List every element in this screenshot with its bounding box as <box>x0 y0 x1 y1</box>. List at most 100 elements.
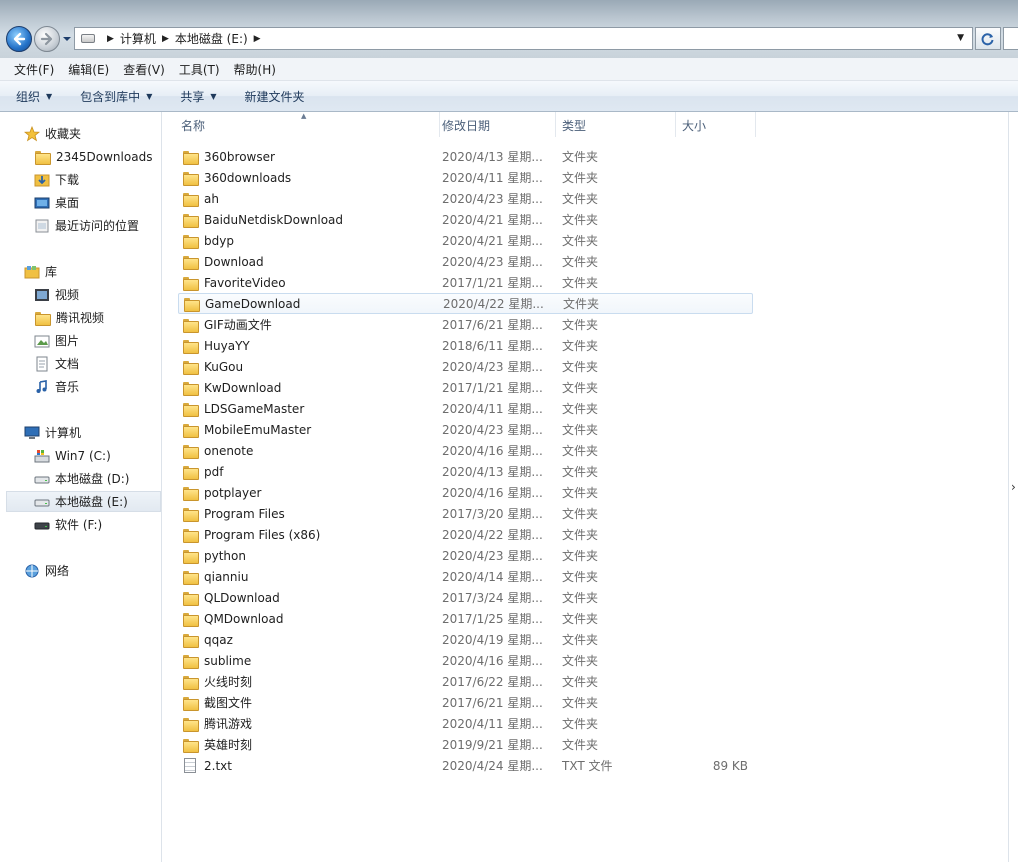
menu-file[interactable]: 文件(F) <box>8 61 60 78</box>
nav-network[interactable]: 网络 <box>24 560 69 581</box>
share-button[interactable]: 共享 ▼ <box>180 88 216 105</box>
nav-item-downloads[interactable]: 下载 <box>34 169 79 190</box>
organize-button[interactable]: 组织 ▼ <box>16 88 52 105</box>
file-name-cell[interactable]: Program Files <box>182 507 285 522</box>
nav-item-music[interactable]: 音乐 <box>34 376 79 397</box>
file-row[interactable]: QLDownload 2017/3/24 星期... 文件夹 <box>178 587 753 608</box>
refresh-button[interactable] <box>975 27 1001 50</box>
file-row[interactable]: MobileEmuMaster 2020/4/23 星期... 文件夹 <box>178 419 753 440</box>
address-input[interactable]: ▶ 计算机 ▶ 本地磁盘 (E:) ▶ ▼ <box>74 27 973 50</box>
file-row[interactable]: bdyp 2020/4/21 星期... 文件夹 <box>178 230 753 251</box>
navigation-pane[interactable]: 收藏夹 2345Downloads 下载 桌面 最近访问的位置 库 视频 腾讯视… <box>0 112 162 862</box>
file-name-cell[interactable]: FavoriteVideo <box>182 276 286 291</box>
file-name-cell[interactable]: bdyp <box>182 234 234 249</box>
file-name-cell[interactable]: 英雄时刻 <box>182 736 252 753</box>
file-row[interactable]: potplayer 2020/4/16 星期... 文件夹 <box>178 482 753 503</box>
file-row[interactable]: python 2020/4/23 星期... 文件夹 <box>178 545 753 566</box>
file-row[interactable]: GameDownload 2020/4/22 星期... 文件夹 <box>178 293 753 314</box>
file-name-cell[interactable]: 腾讯游戏 <box>182 715 252 732</box>
file-row[interactable]: 腾讯游戏 2020/4/11 星期... 文件夹 <box>178 713 753 734</box>
column-header-name[interactable]: 名称 <box>175 112 440 137</box>
file-name-cell[interactable]: GameDownload <box>183 297 300 312</box>
file-row[interactable]: onenote 2020/4/16 星期... 文件夹 <box>178 440 753 461</box>
file-name-cell[interactable]: BaiduNetdiskDownload <box>182 213 343 228</box>
file-row[interactable]: KwDownload 2017/1/21 星期... 文件夹 <box>178 377 753 398</box>
file-name-cell[interactable]: pdf <box>182 465 223 480</box>
file-row[interactable]: LDSGameMaster 2020/4/11 星期... 文件夹 <box>178 398 753 419</box>
file-row[interactable]: 火线时刻 2017/6/22 星期... 文件夹 <box>178 671 753 692</box>
file-row[interactable]: GIF动画文件 2017/6/21 星期... 文件夹 <box>178 314 753 335</box>
breadcrumb-computer[interactable]: 计算机 <box>120 30 156 47</box>
file-name-cell[interactable]: 360browser <box>182 150 275 165</box>
file-row[interactable]: FavoriteVideo 2017/1/21 星期... 文件夹 <box>178 272 753 293</box>
include-in-library-button[interactable]: 包含到库中 ▼ <box>80 88 152 105</box>
file-name-cell[interactable]: Download <box>182 255 264 270</box>
file-name-cell[interactable]: LDSGameMaster <box>182 402 304 417</box>
file-name-cell[interactable]: MobileEmuMaster <box>182 423 311 438</box>
nav-computer[interactable]: 计算机 <box>24 422 81 443</box>
file-name-cell[interactable]: 火线时刻 <box>182 673 252 690</box>
menu-view[interactable]: 查看(V) <box>117 61 171 78</box>
file-name-cell[interactable]: onenote <box>182 444 253 459</box>
chevron-right-icon[interactable]: › <box>1011 480 1016 494</box>
file-name-cell[interactable]: GIF动画文件 <box>182 316 272 333</box>
file-name-cell[interactable]: KuGou <box>182 360 243 375</box>
nav-item-videos[interactable]: 视频 <box>34 284 79 305</box>
back-button[interactable] <box>6 26 32 52</box>
file-name-cell[interactable]: qianniu <box>182 570 248 585</box>
file-name-cell[interactable]: 2.txt <box>182 758 232 773</box>
file-row[interactable]: BaiduNetdiskDownload 2020/4/21 星期... 文件夹 <box>178 209 753 230</box>
nav-item-drive-e[interactable]: 本地磁盘 (E:) <box>6 491 161 512</box>
file-name-cell[interactable]: python <box>182 549 246 564</box>
nav-item-drive-d[interactable]: 本地磁盘 (D:) <box>34 468 129 489</box>
search-input[interactable] <box>1003 27 1018 50</box>
column-header-type[interactable]: 类型 <box>556 112 676 137</box>
file-row[interactable]: Program Files (x86) 2020/4/22 星期... 文件夹 <box>178 524 753 545</box>
nav-item-drive-f[interactable]: 软件 (F:) <box>34 514 102 535</box>
nav-libraries[interactable]: 库 <box>24 261 57 282</box>
menu-edit[interactable]: 编辑(E) <box>62 61 115 78</box>
file-row[interactable]: pdf 2020/4/13 星期... 文件夹 <box>178 461 753 482</box>
nav-item-2345downloads[interactable]: 2345Downloads <box>34 146 152 167</box>
file-name-cell[interactable]: sublime <box>182 654 251 669</box>
nav-item-tencent-video[interactable]: 腾讯视频 <box>34 307 104 328</box>
recent-pages-dropdown-icon[interactable] <box>62 35 72 43</box>
column-header-date[interactable]: 修改日期 <box>436 112 556 137</box>
file-row[interactable]: sublime 2020/4/16 星期... 文件夹 <box>178 650 753 671</box>
file-name-cell[interactable]: ah <box>182 192 219 207</box>
breadcrumb-drive-e[interactable]: 本地磁盘 (E:) <box>175 30 248 47</box>
nav-item-recent-places[interactable]: 最近访问的位置 <box>34 215 139 236</box>
file-row[interactable]: 360browser 2020/4/13 星期... 文件夹 <box>178 146 753 167</box>
nav-item-drive-c[interactable]: Win7 (C:) <box>34 445 111 466</box>
new-folder-button[interactable]: 新建文件夹 <box>245 88 305 105</box>
file-row[interactable]: 360downloads 2020/4/11 星期... 文件夹 <box>178 167 753 188</box>
file-row[interactable]: 2.txt 2020/4/24 星期... TXT 文件 89 KB <box>178 755 753 776</box>
file-row[interactable]: 截图文件 2017/6/21 星期... 文件夹 <box>178 692 753 713</box>
file-name-cell[interactable]: potplayer <box>182 486 261 501</box>
file-row[interactable]: Download 2020/4/23 星期... 文件夹 <box>178 251 753 272</box>
menu-tools[interactable]: 工具(T) <box>173 61 226 78</box>
file-row[interactable]: Program Files 2017/3/20 星期... 文件夹 <box>178 503 753 524</box>
file-name-cell[interactable]: 360downloads <box>182 171 291 186</box>
file-name-cell[interactable]: QLDownload <box>182 591 280 606</box>
chevron-right-icon[interactable]: ▶ <box>107 34 114 44</box>
file-name-cell[interactable]: qqaz <box>182 633 233 648</box>
menu-help[interactable]: 帮助(H) <box>228 61 282 78</box>
file-row[interactable]: 英雄时刻 2019/9/21 星期... 文件夹 <box>178 734 753 755</box>
nav-item-desktop[interactable]: 桌面 <box>34 192 79 213</box>
file-name-cell[interactable]: KwDownload <box>182 381 281 396</box>
column-header-size[interactable]: 大小 <box>676 112 756 137</box>
file-row[interactable]: QMDownload 2017/1/25 星期... 文件夹 <box>178 608 753 629</box>
file-name-cell[interactable]: HuyaYY <box>182 339 250 354</box>
file-name-cell[interactable]: Program Files (x86) <box>182 528 320 543</box>
file-row[interactable]: HuyaYY 2018/6/11 星期... 文件夹 <box>178 335 753 356</box>
file-name-cell[interactable]: QMDownload <box>182 612 283 627</box>
forward-button[interactable] <box>34 26 60 52</box>
file-row[interactable]: qianniu 2020/4/14 星期... 文件夹 <box>178 566 753 587</box>
nav-item-documents[interactable]: 文档 <box>34 353 79 374</box>
file-name-cell[interactable]: 截图文件 <box>182 694 252 711</box>
address-dropdown-icon[interactable]: ▼ <box>957 33 964 43</box>
file-row[interactable]: ah 2020/4/23 星期... 文件夹 <box>178 188 753 209</box>
chevron-right-icon[interactable]: ▶ <box>254 34 261 44</box>
nav-item-pictures[interactable]: 图片 <box>34 330 79 351</box>
